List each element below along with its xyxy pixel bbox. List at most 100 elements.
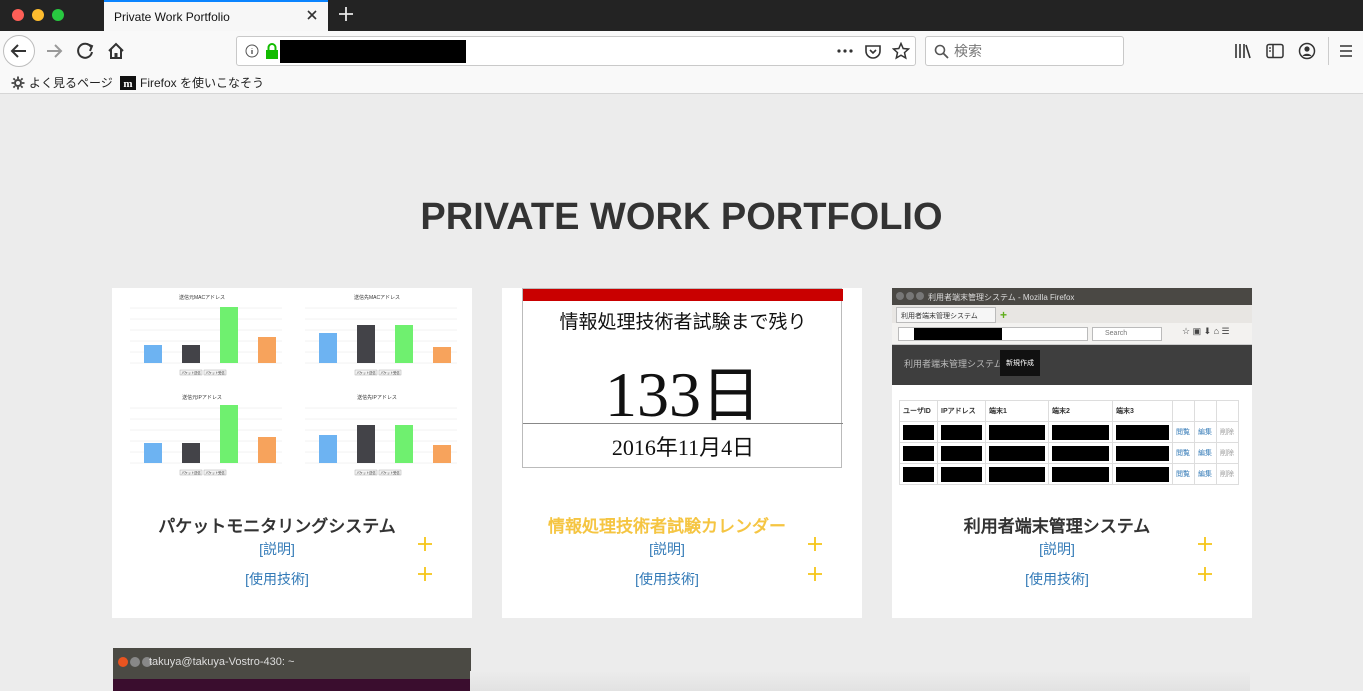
search-bar[interactable] xyxy=(925,36,1124,66)
mini-bar xyxy=(220,307,238,363)
mini-chart-button-label: パケット送信 xyxy=(181,470,201,475)
mini-bar xyxy=(395,425,413,463)
plus-icon[interactable] xyxy=(417,536,433,552)
thumb-urlbar: Search ☆ ▣ ⬇ ⌂ ☰ xyxy=(892,323,1252,345)
plus-icon[interactable] xyxy=(417,566,433,582)
packet-charts-thumbnail: 送信元MACアドレスパケット送信 パケット受信送信先MACアドレスパケット送信 パケ… xyxy=(130,294,457,476)
mini-bar xyxy=(220,405,238,463)
mini-bar xyxy=(144,345,162,363)
portfolio-card-exam-calendar: 情報処理技術者試験まで残り 133日 2016年11月4日 情報処理技術者試験カ… xyxy=(502,288,862,618)
tab-strip: Private Work Portfolio xyxy=(0,0,1363,31)
thumb-tab: 利用者端末管理システム xyxy=(896,307,996,323)
thumb-app-name: 利用者端末管理システム xyxy=(904,359,1003,369)
toolbar-separator xyxy=(1328,37,1329,65)
calendar-heading: 情報処理技術者試験まで残り xyxy=(559,311,807,333)
calendar-widget: 情報処理技術者試験まで残り 133日 2016年11月4日 xyxy=(522,288,843,468)
technology-link[interactable]: [使用技術] xyxy=(892,569,1222,589)
navigation-toolbar xyxy=(0,31,1363,71)
mini-chart-button-label: パケット受信 xyxy=(380,470,400,475)
search-icon xyxy=(934,44,949,59)
bookmark-label: Firefox を使いこなそう xyxy=(140,76,265,90)
home-icon[interactable] xyxy=(100,35,132,67)
description-link[interactable]: [説明] xyxy=(892,539,1222,559)
mini-chart-title: 送信先MACアドレス xyxy=(354,294,400,301)
plus-icon[interactable] xyxy=(807,536,823,552)
thumb-search: Search xyxy=(1092,327,1162,341)
technology-link[interactable]: [使用技術] xyxy=(112,569,442,589)
portfolio-card-packet-monitoring: 送信元MACアドレス パケット送信 パケット受信 送信先MACアドレス パケット送信 パケ… xyxy=(112,288,472,618)
bookmark-most-visited[interactable]: よく見るページ xyxy=(11,74,113,91)
mini-chart-button-label: パケット受信 xyxy=(380,370,400,375)
page-actions-icon[interactable] xyxy=(837,45,853,57)
reload-icon[interactable] xyxy=(69,35,101,67)
terminal-title: takuya@takuya-Vostro-430: ~ xyxy=(149,656,295,668)
plus-icon[interactable] xyxy=(1197,536,1213,552)
search-input[interactable] xyxy=(954,42,1114,60)
back-arrow-icon xyxy=(10,44,26,58)
mini-bar xyxy=(395,325,413,363)
calendar-divider xyxy=(523,423,843,424)
mini-chart-button-label: パケット送信 xyxy=(356,370,376,375)
mini-chart: 送信元MACアドレスパケット送信 パケット受信 xyxy=(130,294,282,376)
thumb-titlebar: 利用者端末管理システム - Mozilla Firefox xyxy=(892,288,1252,305)
mini-chart-button-label: パケット送信 xyxy=(181,370,201,375)
technology-link[interactable]: [使用技術] xyxy=(502,569,832,589)
bookmark-getting-started[interactable]: m Firefox を使いこなそう xyxy=(120,74,264,91)
description-link[interactable]: [説明] xyxy=(112,539,442,559)
card-title[interactable]: 情報処理技術者試験カレンダー xyxy=(502,512,832,537)
new-tab-icon[interactable] xyxy=(337,5,355,23)
library-icon[interactable] xyxy=(1234,43,1252,59)
forward-arrow-icon[interactable] xyxy=(38,35,70,67)
info-icon[interactable] xyxy=(245,44,259,58)
table-row: 閲覧 編集 削除 xyxy=(899,442,1239,464)
table-row: 閲覧 編集 削除 xyxy=(899,421,1239,443)
thumb-user-table: ユーザID IPアドレス 端末1 端末2 端末3 閲覧 編集 削除 閲覧 編集 削除 xyxy=(899,400,1239,485)
mini-chart: 送信先MACアドレスパケット送信 パケット受信 xyxy=(305,294,457,376)
card-title: 利用者端末管理システム xyxy=(963,517,1151,536)
account-icon[interactable] xyxy=(1298,42,1316,60)
description-link[interactable]: [説明] xyxy=(502,539,832,559)
pocket-icon[interactable] xyxy=(864,43,882,61)
mini-chart-title: 送信元MACアドレス xyxy=(179,294,225,301)
svg-text:m: m xyxy=(123,78,132,90)
mini-bar xyxy=(433,445,451,463)
thumb-new-button: 新規作成 xyxy=(1000,350,1040,376)
close-window-button[interactable] xyxy=(12,9,24,21)
tab-title: Private Work Portfolio xyxy=(114,10,230,24)
lock-icon xyxy=(266,43,278,59)
mini-bar xyxy=(258,337,276,363)
calendar-top-bar xyxy=(523,289,843,301)
url-bar[interactable] xyxy=(236,36,916,66)
days-unit: 日 xyxy=(701,361,761,431)
days-number: 133 xyxy=(605,359,701,430)
close-icon[interactable] xyxy=(304,7,320,23)
bookmark-star-icon[interactable] xyxy=(892,42,910,60)
active-tab[interactable]: Private Work Portfolio xyxy=(104,0,328,31)
terminal-management-screenshot[interactable]: 利用者端末管理システム - Mozilla Firefox 利用者端末管理システ… xyxy=(892,288,1252,493)
thumb-tabrow: 利用者端末管理システム + xyxy=(892,305,1252,323)
back-button[interactable] xyxy=(3,35,35,67)
terminal-screenshot-thumbnail[interactable]: takuya@takuya-Vostro-430: ~ xyxy=(113,648,471,691)
thumb-window-title: 利用者端末管理システム - Mozilla Firefox xyxy=(928,293,1075,302)
sidebar-icon[interactable] xyxy=(1266,43,1284,59)
mini-chart-title: 送信元IPアドレス xyxy=(182,394,222,401)
maximize-window-button[interactable] xyxy=(52,9,64,21)
mini-bar xyxy=(182,345,200,363)
mini-chart: 送信元IPアドレスパケット送信 パケット受信 xyxy=(130,394,282,476)
thumb-app-header: 利用者端末管理システム 新規作成 xyxy=(892,345,1252,385)
mini-bar xyxy=(357,325,375,363)
menu-icon[interactable] xyxy=(1339,44,1353,58)
calendar-days-remaining: 133日 xyxy=(523,347,843,434)
mini-chart-title: 送信先IPアドレス xyxy=(357,394,397,401)
mini-bar xyxy=(182,443,200,463)
packet-monitoring-screenshot[interactable]: 送信元MACアドレス パケット送信 パケット受信 送信先MACアドレス パケット送信 パケ… xyxy=(112,288,472,493)
mini-bar xyxy=(258,437,276,463)
exam-calendar-screenshot[interactable]: 情報処理技術者試験まで残り 133日 2016年11月4日 xyxy=(502,288,862,493)
page-title: PRIVATE WORK PORTFOLIO xyxy=(420,196,943,238)
plus-icon[interactable] xyxy=(807,566,823,582)
mdn-icon: m xyxy=(120,75,136,90)
mini-bar xyxy=(319,333,337,363)
plus-icon[interactable] xyxy=(1197,566,1213,582)
mini-chart-button-label: パケット受信 xyxy=(205,370,225,375)
minimize-window-button[interactable] xyxy=(32,9,44,21)
